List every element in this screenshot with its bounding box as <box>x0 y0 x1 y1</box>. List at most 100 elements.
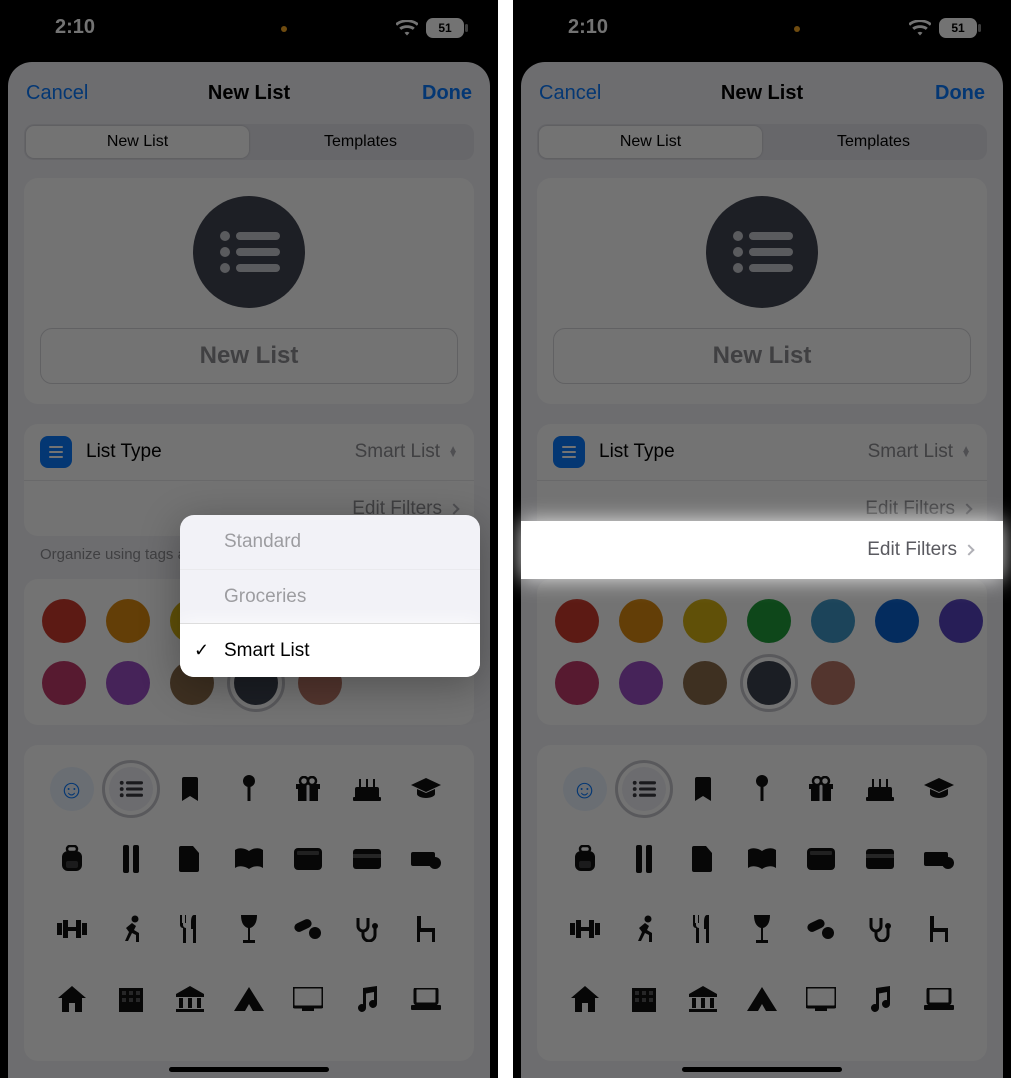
backpack-icon[interactable] <box>563 837 607 881</box>
color-pink[interactable] <box>555 661 599 705</box>
dumbbell-icon[interactable] <box>563 907 607 951</box>
gift-icon[interactable] <box>286 767 330 811</box>
color-red[interactable] <box>42 599 86 643</box>
color-orange[interactable] <box>106 599 150 643</box>
document-icon[interactable] <box>168 837 212 881</box>
running-icon[interactable] <box>622 907 666 951</box>
color-blue[interactable] <box>875 599 919 643</box>
creditcard-icon[interactable] <box>345 837 389 881</box>
pills-icon[interactable] <box>286 907 330 951</box>
bookmark-icon[interactable] <box>168 767 212 811</box>
chair-icon[interactable] <box>404 907 448 951</box>
laptop-icon[interactable] <box>404 977 448 1021</box>
color-brown[interactable] <box>683 661 727 705</box>
tv-icon[interactable] <box>286 977 330 1021</box>
money-icon[interactable] <box>404 837 448 881</box>
cake-icon[interactable] <box>858 767 902 811</box>
book-icon[interactable] <box>740 837 784 881</box>
wifi-icon <box>909 20 931 36</box>
color-violet[interactable] <box>619 661 663 705</box>
stethoscope-icon[interactable] <box>345 907 389 951</box>
graduation-icon[interactable] <box>404 767 448 811</box>
backpack-icon[interactable] <box>50 837 94 881</box>
ruler-icon[interactable] <box>622 837 666 881</box>
building-icon[interactable] <box>622 977 666 1021</box>
cake-icon[interactable] <box>345 767 389 811</box>
menu-item-standard[interactable]: Standard <box>180 515 480 569</box>
cancel-button[interactable]: Cancel <box>8 62 106 124</box>
house-icon[interactable] <box>50 977 94 1021</box>
gift-icon[interactable] <box>799 767 843 811</box>
menu-item-groceries[interactable]: Groceries <box>180 569 480 623</box>
screenshot-right: 2:10 51 Cancel New List Done New List Te… <box>513 0 1011 1078</box>
list-icon[interactable] <box>622 767 666 811</box>
list-name-input[interactable]: New List <box>40 328 458 384</box>
status-bar: 2:10 51 <box>513 0 1011 55</box>
list-type-value: Smart List ▲▼ <box>355 441 458 463</box>
color-pink[interactable] <box>42 661 86 705</box>
list-icon[interactable] <box>109 767 153 811</box>
color-yellow[interactable] <box>683 599 727 643</box>
fork-knife-icon[interactable] <box>168 907 212 951</box>
emoji-picker-button[interactable]: ☺ <box>50 767 94 811</box>
emoji-picker-button[interactable]: ☺ <box>563 767 607 811</box>
tray-icon[interactable] <box>286 837 330 881</box>
fork-knife-icon[interactable] <box>681 907 725 951</box>
list-icon-preview <box>193 196 305 308</box>
list-type-card: List Type Smart List ▲▼ Edit Filters <box>537 424 987 536</box>
home-indicator[interactable] <box>169 1067 329 1072</box>
tray-icon[interactable] <box>799 837 843 881</box>
book-icon[interactable] <box>227 837 271 881</box>
list-name-input[interactable]: New List <box>553 328 971 384</box>
mode-segmented-control[interactable]: New List Templates <box>24 124 474 160</box>
color-purple[interactable] <box>939 599 983 643</box>
laptop-icon[interactable] <box>917 977 961 1021</box>
stethoscope-icon[interactable] <box>858 907 902 951</box>
building-icon[interactable] <box>109 977 153 1021</box>
ruler-icon[interactable] <box>109 837 153 881</box>
tent-icon[interactable] <box>227 977 271 1021</box>
list-type-row[interactable]: List Type Smart List ▲▼ <box>24 424 474 480</box>
music-icon[interactable] <box>345 977 389 1021</box>
graduation-icon[interactable] <box>917 767 961 811</box>
tent-icon[interactable] <box>740 977 784 1021</box>
edit-filters-highlight[interactable]: Edit Filters <box>521 521 1003 579</box>
done-button[interactable]: Done <box>404 62 490 124</box>
home-indicator[interactable] <box>682 1067 842 1072</box>
music-icon[interactable] <box>858 977 902 1021</box>
color-lightblue[interactable] <box>811 599 855 643</box>
color-graphite[interactable] <box>747 661 791 705</box>
segment-templates[interactable]: Templates <box>762 126 985 158</box>
color-green[interactable] <box>747 599 791 643</box>
tv-icon[interactable] <box>799 977 843 1021</box>
chair-icon[interactable] <box>917 907 961 951</box>
pin-icon[interactable] <box>227 767 271 811</box>
color-orange[interactable] <box>619 599 663 643</box>
money-icon[interactable] <box>917 837 961 881</box>
mode-segmented-control[interactable]: New List Templates <box>537 124 987 160</box>
dumbbell-icon[interactable] <box>50 907 94 951</box>
segment-new-list[interactable]: New List <box>539 126 762 158</box>
pin-icon[interactable] <box>740 767 784 811</box>
segment-new-list[interactable]: New List <box>26 126 249 158</box>
wineglass-icon[interactable] <box>740 907 784 951</box>
color-red[interactable] <box>555 599 599 643</box>
creditcard-icon[interactable] <box>858 837 902 881</box>
house-icon[interactable] <box>563 977 607 1021</box>
document-icon[interactable] <box>681 837 725 881</box>
menu-item-smart-list[interactable]: ✓ Smart List <box>180 623 480 677</box>
pills-icon[interactable] <box>799 907 843 951</box>
running-icon[interactable] <box>109 907 153 951</box>
done-button[interactable]: Done <box>917 62 1003 124</box>
sheet-title: New List <box>721 82 803 105</box>
bank-icon[interactable] <box>168 977 212 1021</box>
sheet-nav: Cancel New List Done <box>8 62 490 124</box>
bookmark-icon[interactable] <box>681 767 725 811</box>
color-rose[interactable] <box>811 661 855 705</box>
cancel-button[interactable]: Cancel <box>521 62 619 124</box>
wineglass-icon[interactable] <box>227 907 271 951</box>
color-violet[interactable] <box>106 661 150 705</box>
segment-templates[interactable]: Templates <box>249 126 472 158</box>
bank-icon[interactable] <box>681 977 725 1021</box>
list-type-row[interactable]: List Type Smart List ▲▼ <box>537 424 987 480</box>
